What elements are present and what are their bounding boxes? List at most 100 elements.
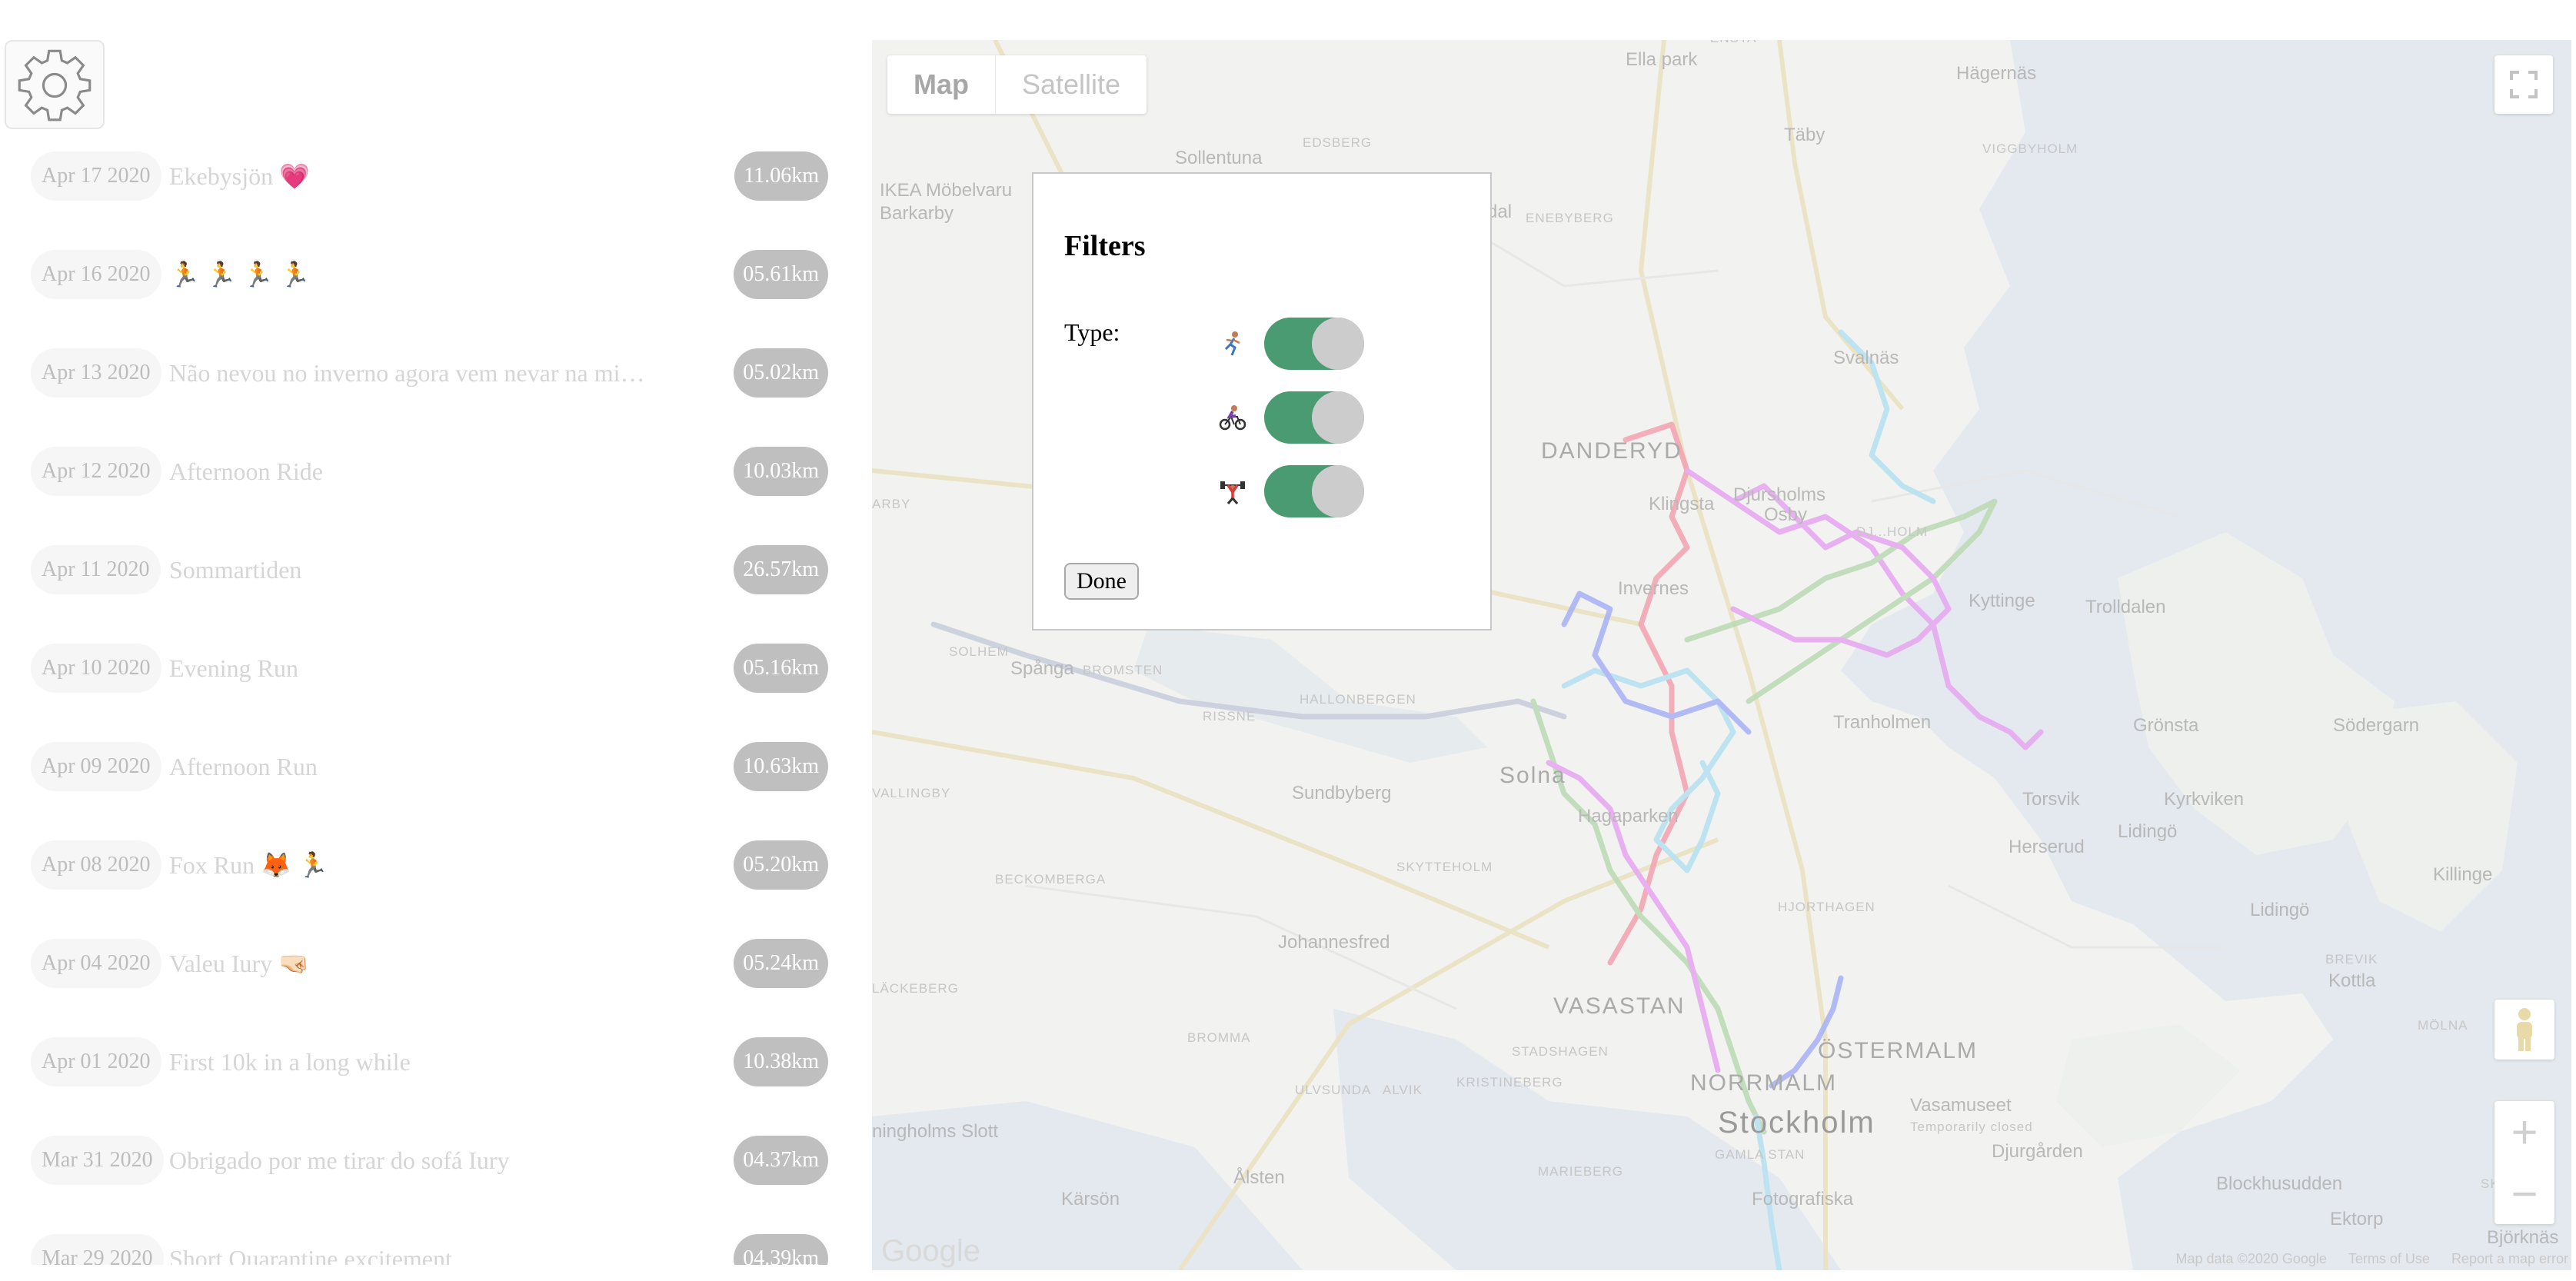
activity-date: Apr 09 2020 <box>31 742 161 791</box>
activity-distance: 10.38km <box>734 1037 828 1086</box>
map-label: Kyttinge <box>1969 591 2035 611</box>
list-item[interactable]: Apr 13 2020 Não nevou no inverno agora v… <box>0 324 872 422</box>
street-view-pegman-button[interactable] <box>2494 1000 2554 1060</box>
activity-title: Short Quarantine excitement <box>169 1244 452 1266</box>
list-item[interactable]: Apr 01 2020 First 10k in a long while 10… <box>0 1013 872 1111</box>
map-label: VASASTAN <box>1553 993 1686 1019</box>
map-label: HJORTHAGEN <box>1778 900 1875 914</box>
list-item[interactable]: Apr 09 2020 Afternoon Run 10.63km <box>0 717 872 816</box>
map-label: Sollentuna <box>1175 148 1263 168</box>
cycling-filter-toggle[interactable] <box>1264 391 1364 444</box>
map-label: Ålsten <box>1233 1167 1285 1188</box>
map-label: STADSHAGEN <box>1512 1044 1609 1059</box>
activity-date: Apr 13 2020 <box>31 348 161 398</box>
activity-title: Fox Run 🦊 🏃 <box>169 851 328 879</box>
map-label: Killinge <box>2433 864 2493 885</box>
list-item[interactable]: Mar 29 2020 Short Quarantine excitement … <box>0 1209 872 1265</box>
map-label: SOLHEM <box>949 644 1009 659</box>
activity-title: Não nevou no inverno agora vem nevar na … <box>169 358 645 387</box>
map-label: ULVSUNDA <box>1295 1083 1372 1097</box>
map-label: Trolldalen <box>2085 597 2166 617</box>
map-label: Hägernäs <box>1956 63 2037 84</box>
activity-date: Apr 12 2020 <box>31 447 161 496</box>
map-label: Solna <box>1499 763 1566 788</box>
filter-row-cycling <box>1216 391 1370 444</box>
list-item[interactable]: Apr 04 2020 Valeu Iury 🤜🏻 05.24km <box>0 914 872 1013</box>
toggle-knob <box>1312 465 1364 517</box>
done-button[interactable]: Done <box>1064 563 1139 600</box>
activity-distance: 05.16km <box>734 644 828 693</box>
map-label: Stockholm <box>1718 1106 1875 1140</box>
map-label: Lidingö <box>2250 900 2310 920</box>
list-item[interactable]: Apr 16 2020 🏃 🏃 🏃 🏃 05.61km <box>0 225 872 324</box>
map-label: IKEA Möbelvaru <box>880 180 1013 201</box>
map-label: Blockhusudden <box>2216 1173 2343 1194</box>
zoom-control: + − <box>2494 1101 2554 1224</box>
activity-title: 🏃 🏃 🏃 🏃 <box>169 261 311 288</box>
map-label: VIGGBYHOLM <box>1982 141 2078 156</box>
map-label: SKYTTEHOLM <box>1396 860 1493 874</box>
map-type-map-button[interactable]: Map <box>887 55 996 114</box>
fullscreen-button[interactable] <box>2494 55 2553 114</box>
report-map-error-link[interactable]: Report a map error <box>2451 1251 2568 1267</box>
map-label: Kärsön <box>1061 1189 1120 1209</box>
map-label: DANDERYD <box>1541 438 1682 464</box>
fullscreen-icon <box>2510 71 2538 98</box>
list-item[interactable]: Apr 08 2020 Fox Run 🦊 🏃 05.20km <box>0 816 872 914</box>
list-item[interactable]: Apr 17 2020 Ekebysjön 💗 11.06km <box>0 127 872 225</box>
activity-distance: 05.24km <box>734 939 828 988</box>
map-type-control: Map Satellite <box>887 55 1147 114</box>
activity-distance: 04.37km <box>734 1136 828 1185</box>
map-label: Kottla <box>2328 970 2376 991</box>
map-label: Osby <box>1764 504 1808 525</box>
weightlifting-filter-toggle[interactable] <box>1264 465 1364 517</box>
zoom-out-button[interactable]: − <box>2494 1163 2554 1224</box>
map-label: Täby <box>1784 125 1825 145</box>
map-label: Herserud <box>2009 837 2085 857</box>
map-label: ENEBYBERG <box>1526 211 1614 225</box>
map-label: HALLONBERGEN <box>1300 692 1416 707</box>
weightlifting-icon <box>1216 475 1249 507</box>
activity-distance: 05.20km <box>734 840 828 890</box>
activity-date: Apr 11 2020 <box>31 545 161 594</box>
map-label: Spånga <box>1010 658 1074 679</box>
activity-title: Afternoon Run <box>169 752 318 780</box>
list-item[interactable]: Mar 31 2020 Obrigado por me tirar do sof… <box>0 1111 872 1209</box>
activity-title: Valeu Iury 🤜🏻 <box>169 950 310 977</box>
map-label: Barkarby <box>880 203 954 224</box>
map-type-satellite-button[interactable]: Satellite <box>996 55 1147 114</box>
gear-icon <box>18 49 92 121</box>
list-item[interactable]: Apr 12 2020 Afternoon Ride 10.03km <box>0 422 872 521</box>
activity-distance: 05.02km <box>734 348 828 398</box>
zoom-in-button[interactable]: + <box>2494 1101 2554 1163</box>
settings-button[interactable] <box>5 40 105 129</box>
activity-title: Ekebysjön 💗 <box>169 162 310 190</box>
list-item[interactable]: Apr 11 2020 Sommartiden 26.57km <box>0 521 872 619</box>
map-label: MÖLNA <box>2418 1018 2468 1033</box>
map-label: ENSTA <box>1710 40 1756 46</box>
activity-title: Sommartiden <box>169 555 302 584</box>
activity-date: Apr 16 2020 <box>31 250 161 299</box>
activity-list: Apr 17 2020 Ekebysjön 💗 11.06km Apr 16 2… <box>0 127 872 1265</box>
list-item[interactable]: Apr 10 2020 Evening Run 05.16km <box>0 619 872 717</box>
activity-date: Mar 29 2020 <box>31 1234 164 1265</box>
map-label: Kyrkviken <box>2164 789 2245 810</box>
toggle-knob <box>1312 318 1364 370</box>
map-label: Hagaparken <box>1578 806 1679 827</box>
terms-of-use-link[interactable]: Terms of Use <box>2348 1251 2430 1267</box>
toggle-knob <box>1312 391 1364 444</box>
filters-title: Filters <box>1064 230 1146 262</box>
map-label: Johannesfred <box>1278 932 1390 953</box>
map-label: VALLINGBY <box>872 786 951 800</box>
map-label: Invernes <box>1618 578 1689 599</box>
activity-distance: 11.06km <box>734 151 828 201</box>
running-filter-toggle[interactable] <box>1264 318 1364 370</box>
type-label: Type: <box>1064 318 1120 346</box>
map-label: Fotografiska <box>1752 1189 1854 1209</box>
activity-title: Afternoon Ride <box>169 457 323 485</box>
map-label: RISSNE <box>1203 709 1256 724</box>
activity-sidebar: Apr 17 2020 Ekebysjön 💗 11.06km Apr 16 2… <box>0 0 872 1281</box>
activity-date: Apr 01 2020 <box>31 1037 161 1086</box>
activity-distance: 10.03km <box>734 447 828 496</box>
activity-title: Evening Run <box>169 654 298 682</box>
